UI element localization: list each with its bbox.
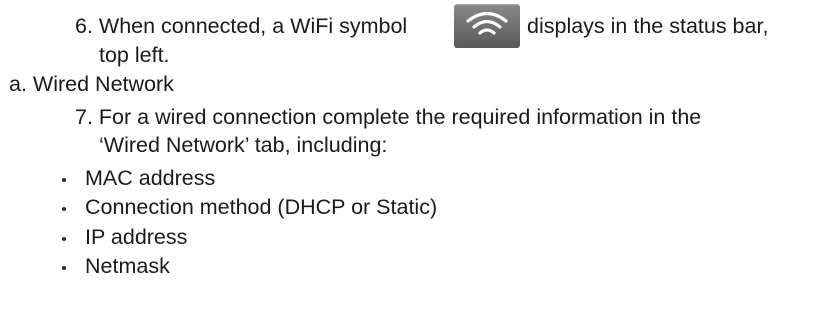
step-6-number: 6.	[75, 14, 93, 38]
step-7-number: 7.	[75, 105, 93, 129]
step-6-text-before: When connected, a WiFi symbol	[98, 14, 408, 38]
section-a-heading: a. Wired Network	[9, 71, 174, 97]
step-6-text-after: displays in the status bar,	[527, 14, 769, 38]
section-a-title: Wired Network	[32, 72, 174, 96]
step-6-line: 6. When connected, a WiFi symbol	[75, 13, 407, 39]
step-7-text-1: For a wired connection complete the requ…	[98, 105, 702, 129]
bullet-item-connection-method: Connection method (DHCP or Static)	[85, 195, 438, 219]
bullet-dot	[62, 207, 66, 211]
wifi-icon	[454, 4, 520, 48]
bullet-dot	[62, 178, 66, 182]
bullet-dot	[62, 237, 66, 241]
document-page: 6. When connected, a WiFi symbol display…	[0, 0, 834, 318]
step-6-continuation: top left.	[99, 43, 170, 67]
bullet-item-ip-address: IP address	[85, 225, 188, 249]
section-a-marker: a.	[9, 72, 27, 96]
bullet-item-mac-address: MAC address	[85, 166, 216, 190]
bullet-item-netmask: Netmask	[85, 254, 170, 278]
step-7-line-2: ‘Wired Network’ tab, including:	[99, 133, 388, 157]
step-7-line-1: 7. For a wired connection complete the r…	[75, 104, 701, 130]
bullet-dot	[62, 266, 66, 270]
